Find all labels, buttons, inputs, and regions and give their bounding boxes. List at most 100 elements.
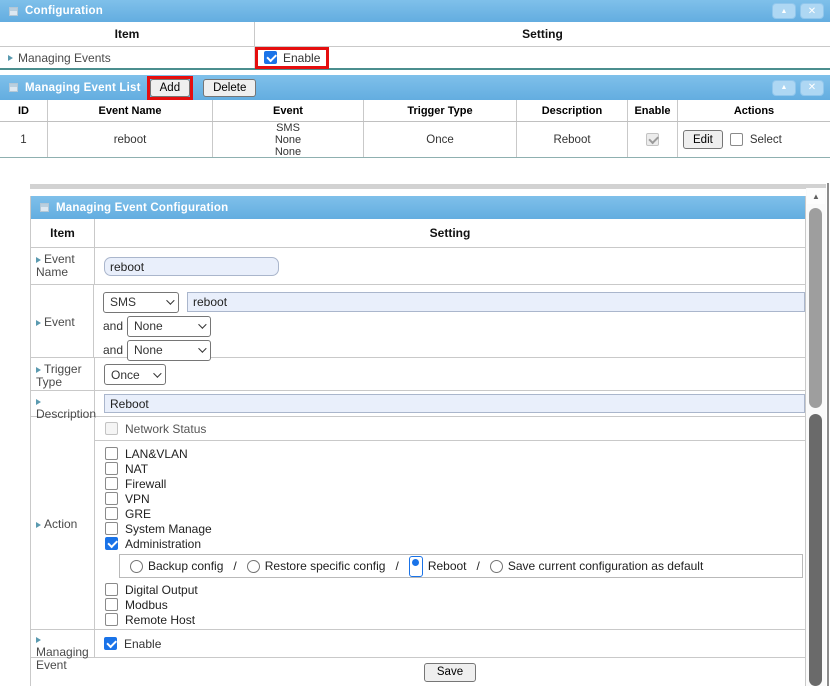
scrollbar-thumb[interactable] <box>809 208 822 408</box>
save-default-radio[interactable] <box>490 560 503 573</box>
managing-event-configuration-panel: Managing Event Configuration Item Settin… <box>30 196 806 686</box>
select-label: Select <box>750 134 782 146</box>
firewall-checkbox[interactable] <box>105 477 118 490</box>
enable-label: Enable <box>283 51 320 65</box>
close-icon[interactable]: ✕ <box>800 3 824 19</box>
trigger-type-select[interactable]: Once <box>104 364 166 385</box>
event-name-input[interactable]: reboot <box>104 257 279 276</box>
remote-host-label: Remote Host <box>125 613 195 627</box>
col-event: Event <box>213 100 364 121</box>
description-input[interactable]: Reboot <box>104 394 805 413</box>
table-row: 1 reboot SMS None None Once Reboot Edit … <box>0 122 830 158</box>
separator: / <box>395 559 398 573</box>
vpn-checkbox[interactable] <box>105 492 118 505</box>
divider <box>30 184 826 189</box>
gre-checkbox[interactable] <box>105 507 118 520</box>
cell-id: 1 <box>0 122 48 157</box>
backup-config-radio[interactable] <box>130 560 143 573</box>
managing-event-list-panel: Managing Event List Add Delete ▲ ✕ ID Ev… <box>0 75 830 158</box>
administration-checkbox[interactable] <box>105 537 118 550</box>
save-default-label: Save current configuration as default <box>508 559 703 573</box>
event-label: Event <box>44 316 75 329</box>
separator: / <box>477 559 480 573</box>
system-manage-label: System Manage <box>125 522 212 536</box>
managing-events-row: Managing Events Enable <box>0 47 830 70</box>
vertical-scrollbar[interactable]: ▲ <box>806 188 826 686</box>
and-label: and <box>103 343 127 357</box>
event-type-select[interactable]: SMS <box>103 292 179 313</box>
restore-specific-config-radio[interactable] <box>247 560 260 573</box>
panel-title: Configuration <box>25 5 103 17</box>
cell-event: SMS None None <box>275 122 301 158</box>
network-status-label: Network Status <box>125 422 206 436</box>
modbus-label: Modbus <box>125 598 168 612</box>
chevron-down-icon <box>166 296 174 304</box>
col-description: Description <box>517 100 628 121</box>
panel-title: Managing Event List <box>25 82 141 94</box>
window-scrollbar-edge <box>827 183 829 686</box>
panel-title: Managing Event Configuration <box>56 202 228 214</box>
system-manage-checkbox[interactable] <box>105 522 118 535</box>
digital-output-checkbox[interactable] <box>105 583 118 596</box>
action-row: Action Network Status LAN&VLAN NAT Firew… <box>31 417 805 630</box>
edit-button[interactable]: Edit <box>683 130 723 149</box>
cell-description: Reboot <box>517 122 628 157</box>
bullet-arrow-icon <box>36 320 41 326</box>
vpn-label: VPN <box>125 492 150 506</box>
col-id: ID <box>0 100 48 121</box>
event-name-label: Event Name <box>36 252 75 279</box>
managing-event-enable-checkbox[interactable] <box>104 637 117 650</box>
managing-events-enable-checkbox[interactable] <box>264 51 277 64</box>
modbus-checkbox[interactable] <box>105 598 118 611</box>
panel-icon <box>40 203 49 212</box>
nat-checkbox[interactable] <box>105 462 118 475</box>
panel-icon <box>9 83 18 92</box>
managing-event-list-header: Managing Event List Add Delete ▲ ✕ <box>0 75 830 100</box>
trigger-type-row: Trigger Type Once <box>31 358 805 391</box>
description-row: Description Reboot <box>31 391 805 417</box>
column-header-setting: Setting <box>255 22 830 46</box>
collapse-icon[interactable]: ▲ <box>772 3 796 19</box>
column-header-item: Item <box>31 219 95 247</box>
select-checkbox[interactable] <box>730 133 743 146</box>
event-value-input[interactable]: reboot <box>187 292 805 312</box>
highlight-box-add: Add <box>147 76 193 100</box>
column-header-item: Item <box>0 22 255 46</box>
scrollbar-thumb[interactable] <box>809 414 822 686</box>
event-row: Event SMS reboot and None and None <box>31 285 805 358</box>
action-label: Action <box>44 518 77 531</box>
digital-output-label: Digital Output <box>125 583 198 597</box>
network-status-checkbox <box>105 422 118 435</box>
cell-trigger-type: Once <box>364 122 517 157</box>
configuration-panel: Configuration ▲ ✕ Item Setting Managing … <box>0 0 830 70</box>
nat-label: NAT <box>125 462 148 476</box>
chevron-down-icon <box>198 320 206 328</box>
backup-config-label: Backup config <box>148 559 223 573</box>
row-enable-checkbox <box>646 133 659 146</box>
event-and-select-1[interactable]: None <box>127 316 211 337</box>
column-header-setting: Setting <box>95 219 805 247</box>
remote-host-checkbox[interactable] <box>105 613 118 626</box>
and-label: and <box>103 319 127 333</box>
event-name-row: Event Name reboot <box>31 248 805 285</box>
close-icon[interactable]: ✕ <box>800 80 824 96</box>
configuration-header: Configuration ▲ ✕ <box>0 0 830 22</box>
lan-vlan-label: LAN&VLAN <box>125 447 188 461</box>
lan-vlan-checkbox[interactable] <box>105 447 118 460</box>
enable-label: Enable <box>124 637 161 651</box>
chevron-down-icon <box>153 369 161 377</box>
administration-options-group: Backup config / Restore specific config … <box>119 554 803 578</box>
save-button[interactable]: Save <box>424 663 476 682</box>
add-button[interactable]: Add <box>150 79 190 97</box>
panel-icon <box>9 7 18 16</box>
restore-specific-config-label: Restore specific config <box>265 559 386 573</box>
managing-event-row: Managing Event Enable <box>31 630 805 658</box>
bullet-arrow-icon <box>36 367 41 373</box>
managing-events-label: Managing Events <box>18 51 111 65</box>
reboot-radio[interactable] <box>409 556 423 577</box>
bullet-arrow-icon <box>36 257 41 263</box>
scroll-up-icon[interactable]: ▲ <box>807 188 825 204</box>
delete-button[interactable]: Delete <box>203 79 256 97</box>
collapse-icon[interactable]: ▲ <box>772 80 796 96</box>
bullet-arrow-icon <box>36 637 41 643</box>
